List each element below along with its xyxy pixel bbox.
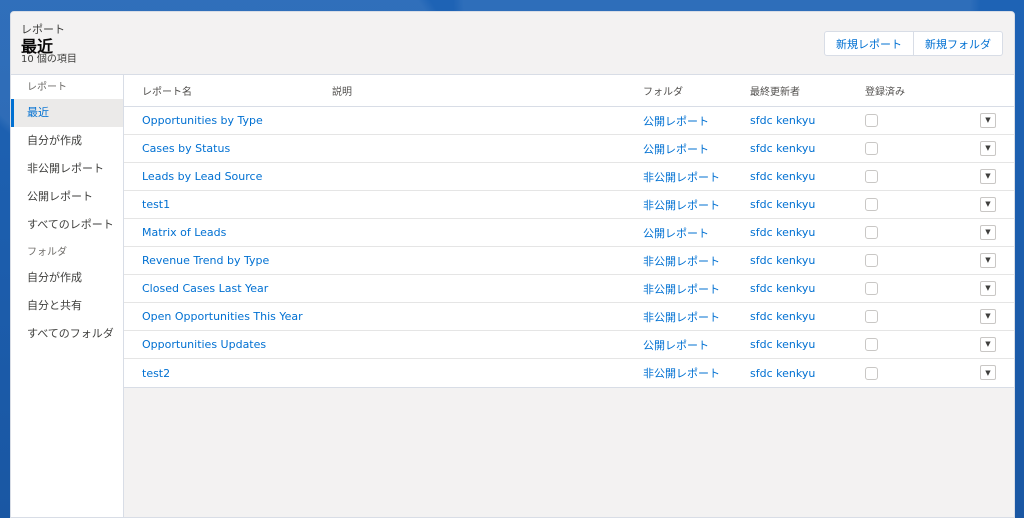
column-header-folder[interactable]: フォルダ bbox=[625, 83, 732, 98]
report-owner-link[interactable]: sfdc kenkyu bbox=[750, 254, 815, 267]
sidebar-section-reports: レポート bbox=[27, 82, 67, 93]
report-name-link[interactable]: test1 bbox=[142, 198, 170, 211]
report-owner-link[interactable]: sfdc kenkyu bbox=[750, 142, 815, 155]
row-actions-button[interactable]: ▼ bbox=[980, 140, 996, 156]
report-folder-link[interactable]: 非公開レポート bbox=[643, 367, 720, 380]
row-actions-button[interactable]: ▼ bbox=[980, 196, 996, 212]
report-owner-link[interactable]: sfdc kenkyu bbox=[750, 114, 815, 127]
chevron-down-icon: ▼ bbox=[985, 284, 991, 292]
report-owner-link[interactable]: sfdc kenkyu bbox=[750, 170, 815, 183]
report-folder-link[interactable]: 公開レポート bbox=[643, 143, 709, 156]
sidebar: レポート 最近 自分が作成 非公開レポート 公開レポート すべてのレポート フォ… bbox=[11, 75, 124, 517]
table-row: Opportunities by Type 公開レポート sfdc kenkyu… bbox=[124, 107, 1014, 135]
subscribed-checkbox[interactable] bbox=[865, 310, 878, 324]
column-header-subscribed[interactable]: 登録済み bbox=[847, 83, 947, 98]
new-folder-button[interactable]: 新規フォルダ bbox=[914, 31, 1003, 56]
chevron-down-icon: ▼ bbox=[985, 172, 991, 180]
report-folder-link[interactable]: 非公開レポート bbox=[643, 255, 720, 268]
page-header: レポート 最近 10 個の項目 新規レポート 新規フォルダ bbox=[11, 12, 1014, 75]
subscribed-checkbox[interactable] bbox=[865, 170, 878, 184]
sidebar-item-private-reports[interactable]: 非公開レポート bbox=[11, 155, 123, 183]
chevron-down-icon: ▼ bbox=[985, 256, 991, 264]
row-actions-button[interactable]: ▼ bbox=[980, 252, 996, 268]
chevron-down-icon: ▼ bbox=[985, 200, 991, 208]
chevron-down-icon: ▼ bbox=[985, 144, 991, 152]
report-folder-link[interactable]: 公開レポート bbox=[643, 339, 709, 352]
report-owner-link[interactable]: sfdc kenkyu bbox=[750, 338, 815, 351]
report-folder-link[interactable]: 非公開レポート bbox=[643, 171, 720, 184]
table-header: レポート名 説明 フォルダ 最終更新者 登録済み bbox=[124, 75, 1014, 107]
sidebar-item-created-by-me[interactable]: 自分が作成 bbox=[11, 127, 123, 155]
report-name-link[interactable]: test2 bbox=[142, 367, 170, 380]
sidebar-item-all-folders[interactable]: すべてのフォルダ bbox=[11, 320, 123, 348]
report-name-link[interactable]: Opportunities by Type bbox=[142, 114, 263, 127]
report-owner-link[interactable]: sfdc kenkyu bbox=[750, 198, 815, 211]
report-owner-link[interactable]: sfdc kenkyu bbox=[750, 226, 815, 239]
report-owner-link[interactable]: sfdc kenkyu bbox=[750, 282, 815, 295]
subscribed-checkbox[interactable] bbox=[865, 366, 878, 380]
subscribed-checkbox[interactable] bbox=[865, 198, 878, 212]
column-header-description[interactable]: 説明 bbox=[314, 83, 625, 98]
report-folder-link[interactable]: 非公開レポート bbox=[643, 199, 720, 212]
row-actions-button[interactable]: ▼ bbox=[980, 112, 996, 128]
reports-table: レポート名 説明 フォルダ 最終更新者 登録済み Opportunities b… bbox=[124, 75, 1014, 388]
subscribed-checkbox[interactable] bbox=[865, 282, 878, 296]
table-row: Closed Cases Last Year 非公開レポート sfdc kenk… bbox=[124, 275, 1014, 303]
chevron-down-icon: ▼ bbox=[985, 368, 991, 377]
chevron-down-icon: ▼ bbox=[985, 116, 991, 124]
main-content: レポート名 説明 フォルダ 最終更新者 登録済み Opportunities b… bbox=[124, 75, 1014, 517]
table-row: Revenue Trend by Type 非公開レポート sfdc kenky… bbox=[124, 247, 1014, 275]
report-name-link[interactable]: Open Opportunities This Year bbox=[142, 310, 303, 323]
sidebar-item-all-reports[interactable]: すべてのレポート bbox=[11, 211, 123, 239]
report-name-link[interactable]: Opportunities Updates bbox=[142, 338, 266, 351]
report-name-link[interactable]: Cases by Status bbox=[142, 142, 230, 155]
chevron-down-icon: ▼ bbox=[985, 340, 991, 348]
report-folder-link[interactable]: 非公開レポート bbox=[643, 283, 720, 296]
subscribed-checkbox[interactable] bbox=[865, 338, 878, 352]
subscribed-checkbox[interactable] bbox=[865, 114, 878, 128]
row-actions-button[interactable]: ▼ bbox=[980, 224, 996, 240]
table-row: Matrix of Leads 公開レポート sfdc kenkyu ▼ bbox=[124, 219, 1014, 247]
table-row: Open Opportunities This Year 非公開レポート sfd… bbox=[124, 303, 1014, 331]
table-row: test2 非公開レポート sfdc kenkyu ▼ bbox=[124, 359, 1014, 387]
sidebar-item-recent[interactable]: 最近 bbox=[11, 99, 123, 127]
reports-card: レポート 最近 10 個の項目 新規レポート 新規フォルダ レポート 最近 自分… bbox=[10, 11, 1015, 518]
column-header-report-name[interactable]: レポート名 bbox=[124, 83, 314, 98]
new-report-button[interactable]: 新規レポート bbox=[824, 31, 914, 56]
chevron-down-icon: ▼ bbox=[985, 312, 991, 320]
report-owner-link[interactable]: sfdc kenkyu bbox=[750, 310, 815, 323]
row-actions-button[interactable]: ▼ bbox=[980, 365, 996, 380]
subscribed-checkbox[interactable] bbox=[865, 226, 878, 240]
sidebar-section-folders: フォルダ bbox=[27, 247, 67, 258]
row-actions-button[interactable]: ▼ bbox=[980, 280, 996, 296]
header-actions: 新規レポート 新規フォルダ bbox=[824, 31, 1003, 56]
subscribed-checkbox[interactable] bbox=[865, 142, 878, 156]
table-row: Opportunities Updates 公開レポート sfdc kenkyu… bbox=[124, 331, 1014, 359]
report-name-link[interactable]: Closed Cases Last Year bbox=[142, 282, 268, 295]
report-owner-link[interactable]: sfdc kenkyu bbox=[750, 367, 815, 380]
report-folder-link[interactable]: 公開レポート bbox=[643, 227, 709, 240]
sidebar-item-public-reports[interactable]: 公開レポート bbox=[11, 183, 123, 211]
row-actions-button[interactable]: ▼ bbox=[980, 336, 996, 352]
sidebar-item-shared-with-me[interactable]: 自分と共有 bbox=[11, 292, 123, 320]
table-row: Leads by Lead Source 非公開レポート sfdc kenkyu… bbox=[124, 163, 1014, 191]
report-name-link[interactable]: Leads by Lead Source bbox=[142, 170, 262, 183]
report-name-link[interactable]: Matrix of Leads bbox=[142, 226, 226, 239]
table-row: test1 非公開レポート sfdc kenkyu ▼ bbox=[124, 191, 1014, 219]
row-actions-button[interactable]: ▼ bbox=[980, 168, 996, 184]
table-row: Cases by Status 公開レポート sfdc kenkyu ▼ bbox=[124, 135, 1014, 163]
chevron-down-icon: ▼ bbox=[985, 228, 991, 236]
report-folder-link[interactable]: 公開レポート bbox=[643, 115, 709, 128]
sidebar-item-folders-created-by-me[interactable]: 自分が作成 bbox=[11, 264, 123, 292]
report-folder-link[interactable]: 非公開レポート bbox=[643, 311, 720, 324]
report-name-link[interactable]: Revenue Trend by Type bbox=[142, 254, 269, 267]
item-count: 10 個の項目 bbox=[21, 54, 77, 65]
subscribed-checkbox[interactable] bbox=[865, 254, 878, 268]
column-header-last-modified-by[interactable]: 最終更新者 bbox=[732, 83, 847, 98]
row-actions-button[interactable]: ▼ bbox=[980, 308, 996, 324]
